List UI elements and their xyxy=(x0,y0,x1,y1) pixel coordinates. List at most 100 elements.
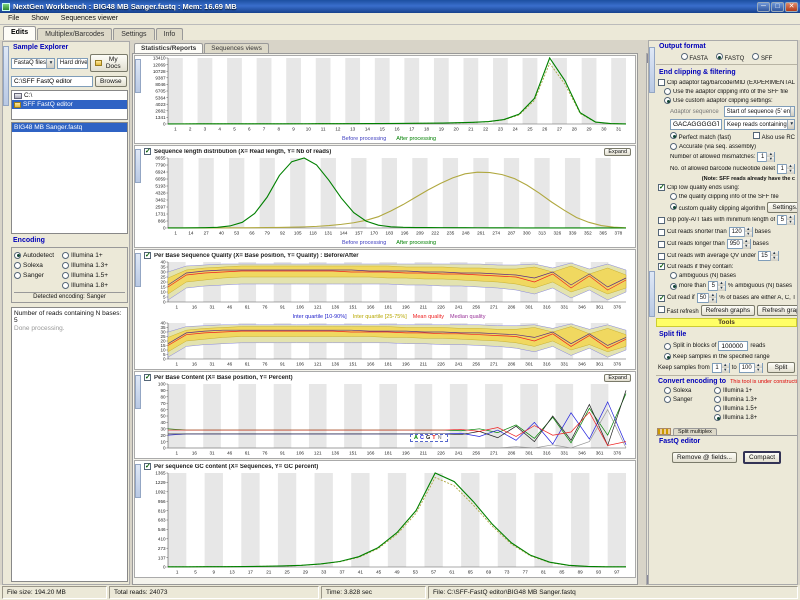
custom-quality-radio[interactable]: custom quality clipping algorithm xyxy=(670,203,765,212)
compact-button[interactable]: Compact xyxy=(743,451,781,464)
radio-illumina-15[interactable]: Illumina 1.5+ xyxy=(62,270,125,280)
settings-button[interactable]: Settings... xyxy=(767,202,798,213)
tab-info[interactable]: Info xyxy=(156,28,184,40)
browse-button[interactable]: Browse xyxy=(95,76,127,87)
path-input[interactable] xyxy=(11,76,93,87)
deletions-stepper[interactable]: 1▲▼ xyxy=(777,164,795,174)
radio-illumina-13[interactable]: Illumina 1.3+ xyxy=(62,260,125,270)
keep-reads-dropdown[interactable]: Keep reads containing▾ xyxy=(724,119,795,130)
legend-after-processing[interactable]: After processing xyxy=(396,136,436,142)
radio-illumina-1[interactable]: Illumina 1+ xyxy=(62,250,125,260)
radio-autodetect[interactable]: Autodetect xyxy=(14,250,62,260)
tab-sequences-views[interactable]: Sequences views xyxy=(204,43,269,53)
adaptor-position-dropdown[interactable]: Start of sequence (5' en▾ xyxy=(724,106,795,117)
radio-fastq[interactable]: FASTQ xyxy=(716,53,744,62)
also-use-rc-checkbox[interactable]: Also use RC xyxy=(753,132,795,141)
to-stepper[interactable]: 100▲▼ xyxy=(739,363,763,373)
tab-statistics-reports[interactable]: Statistics/Reports xyxy=(134,43,203,53)
split-blocks-radio[interactable]: Split in blocks of reads xyxy=(664,341,795,351)
minimize-button[interactable]: ─ xyxy=(757,2,770,12)
convert-illumina-1-radio[interactable]: Illumina 1+ xyxy=(714,387,795,394)
avg-qv-stepper[interactable]: 15▲▼ xyxy=(758,251,779,261)
convert-illumina-13-radio[interactable]: Illumina 1.3+ xyxy=(714,396,795,403)
chart-scrollbar[interactable] xyxy=(135,464,141,498)
from-stepper[interactable]: 1▲▼ xyxy=(712,363,730,373)
chart-scrollbar[interactable] xyxy=(135,149,141,183)
panel-scrollbar[interactable] xyxy=(649,271,655,317)
svg-text:271: 271 xyxy=(490,304,498,309)
cut-longer-checkbox[interactable]: Cut reads longer than 950▲▼ bases xyxy=(658,239,795,249)
tab-settings[interactable]: Settings xyxy=(113,28,154,40)
convert-solexa-radio[interactable]: Solexa xyxy=(664,387,710,394)
perfect-match-radio[interactable]: Perfect match (fast) xyxy=(670,132,731,141)
menu-sequences-viewer[interactable]: Sequences viewer xyxy=(56,14,123,23)
chart-scrollbar[interactable] xyxy=(135,59,141,93)
maximize-button[interactable]: □ xyxy=(771,2,784,12)
fast-refresh-checkbox[interactable]: Fast refresh xyxy=(658,306,699,315)
poly-at-stepper[interactable]: 5▲▼ xyxy=(777,215,795,225)
adaptor-sequence-input[interactable] xyxy=(670,119,722,130)
radio-solexa[interactable]: Solexa xyxy=(14,260,62,270)
drive-dropdown[interactable]: Hard drives▾ xyxy=(57,58,88,69)
tree-item-folder[interactable]: SFF FastQ editor xyxy=(12,100,127,109)
svg-text:29: 29 xyxy=(587,126,593,131)
convert-illumina-15-radio[interactable]: Illumina 1.5+ xyxy=(714,405,795,412)
cut-longer-stepper[interactable]: 950▲▼ xyxy=(727,239,751,249)
ambiguous-radio[interactable]: ambiguous (N) bases xyxy=(670,272,795,279)
sff-quality-radio[interactable]: the quality clipping info of the SFF fil… xyxy=(670,193,795,200)
more-than-stepper[interactable]: 5▲▼ xyxy=(708,281,726,291)
expand-button[interactable]: Expand xyxy=(604,148,631,156)
clip-low-quality-checkbox[interactable]: Clip low quality ends using: xyxy=(658,184,795,191)
radio-sanger[interactable]: Sanger xyxy=(14,270,62,280)
svg-text:256: 256 xyxy=(472,450,480,455)
split-button[interactable]: Split xyxy=(767,362,795,373)
tab-split-multiplex[interactable]: Split multiplex xyxy=(673,428,717,435)
blocks-input[interactable] xyxy=(718,341,748,351)
cut-shorter-stepper[interactable]: 120▲▼ xyxy=(729,227,753,237)
chart-visible-checkbox[interactable] xyxy=(144,374,151,381)
convert-illumina-18-radio[interactable]: Illumina 1.8+ xyxy=(714,414,795,421)
legend-before-processing[interactable]: Before processing xyxy=(342,136,386,142)
tab-edits[interactable]: Edits xyxy=(3,26,36,40)
cut-shorter-checkbox[interactable]: Cut reads shorter than 120▲▼ bases xyxy=(658,227,795,237)
chart-visible-checkbox[interactable] xyxy=(144,148,151,155)
chart-scrollbar[interactable] xyxy=(135,253,141,287)
chart-visible-checkbox[interactable] xyxy=(144,252,151,259)
mismatches-stepper[interactable]: 1▲▼ xyxy=(757,152,775,162)
panel-scrollbar[interactable] xyxy=(649,47,655,93)
svg-text:378: 378 xyxy=(615,230,623,235)
use-sff-clipping-radio[interactable]: Use the adaptor clipping info of the SFF… xyxy=(664,88,795,95)
radio-fasta[interactable]: FASTA xyxy=(681,53,708,62)
convert-sanger-radio[interactable]: Sanger xyxy=(664,396,710,403)
chart-scrollbar[interactable] xyxy=(135,375,141,409)
cut-read-if-checkbox[interactable]: Cut read if 50▲▼ % of bases are either A… xyxy=(658,293,795,303)
cut-contain-checkbox[interactable]: Cut reads if they contain: xyxy=(658,263,795,270)
keep-range-radio[interactable]: Keep samples in the specified range xyxy=(664,353,795,360)
file-type-dropdown[interactable]: FastaQ files▾ xyxy=(11,58,55,69)
menu-show[interactable]: Show xyxy=(26,14,54,23)
cut-avg-qv-checkbox[interactable]: Cut reads with average QV under 15▲▼ xyxy=(658,251,795,261)
more-than-radio[interactable]: more than 5▲▼ % ambiguous (N) bases xyxy=(670,281,795,291)
refresh-graphs-button[interactable]: Refresh graphs xyxy=(701,305,755,316)
legend-before-processing[interactable]: Before processing xyxy=(342,240,386,246)
legend-after-processing[interactable]: After processing xyxy=(396,240,436,246)
use-custom-clipping-radio[interactable]: Use custom adaptor clipping settings: xyxy=(664,97,795,104)
accurate-radio[interactable]: Accurate (via seq. assembly) xyxy=(670,143,795,150)
n-bases-count: Number of reads containing N bases: 5 xyxy=(14,310,125,324)
radio-sff[interactable]: SFF xyxy=(752,53,772,62)
chart-visible-checkbox[interactable] xyxy=(144,463,151,470)
expand-button[interactable]: Expand xyxy=(604,374,631,382)
panel-scrollbar[interactable] xyxy=(3,46,9,106)
my-docs-button[interactable]: My Docs xyxy=(90,54,129,72)
tab-multiplex-barcodes[interactable]: Multiplex/Barcodes xyxy=(37,28,112,40)
menu-file[interactable]: File xyxy=(3,14,24,23)
close-button[interactable]: ✕ xyxy=(785,2,798,12)
file-list-item[interactable]: BIG48 MB Sanger.fastq xyxy=(12,123,127,132)
remove-fields-button[interactable]: Remove @ fields... xyxy=(672,452,737,463)
refresh-graphs-save-button[interactable]: Refresh graphs & save... xyxy=(757,305,798,316)
poly-at-checkbox[interactable]: clip poly-A/T tails with minimum length … xyxy=(658,215,795,225)
radio-illumina-18[interactable]: Illumina 1.8+ xyxy=(62,280,125,290)
cut-read-stepper[interactable]: 50▲▼ xyxy=(697,293,718,303)
tree-item-drive[interactable]: C:\ xyxy=(12,91,127,100)
clip-adaptor-checkbox[interactable]: Clip adaptor tag/barcode/MID (EXPERIMENT… xyxy=(658,79,795,86)
